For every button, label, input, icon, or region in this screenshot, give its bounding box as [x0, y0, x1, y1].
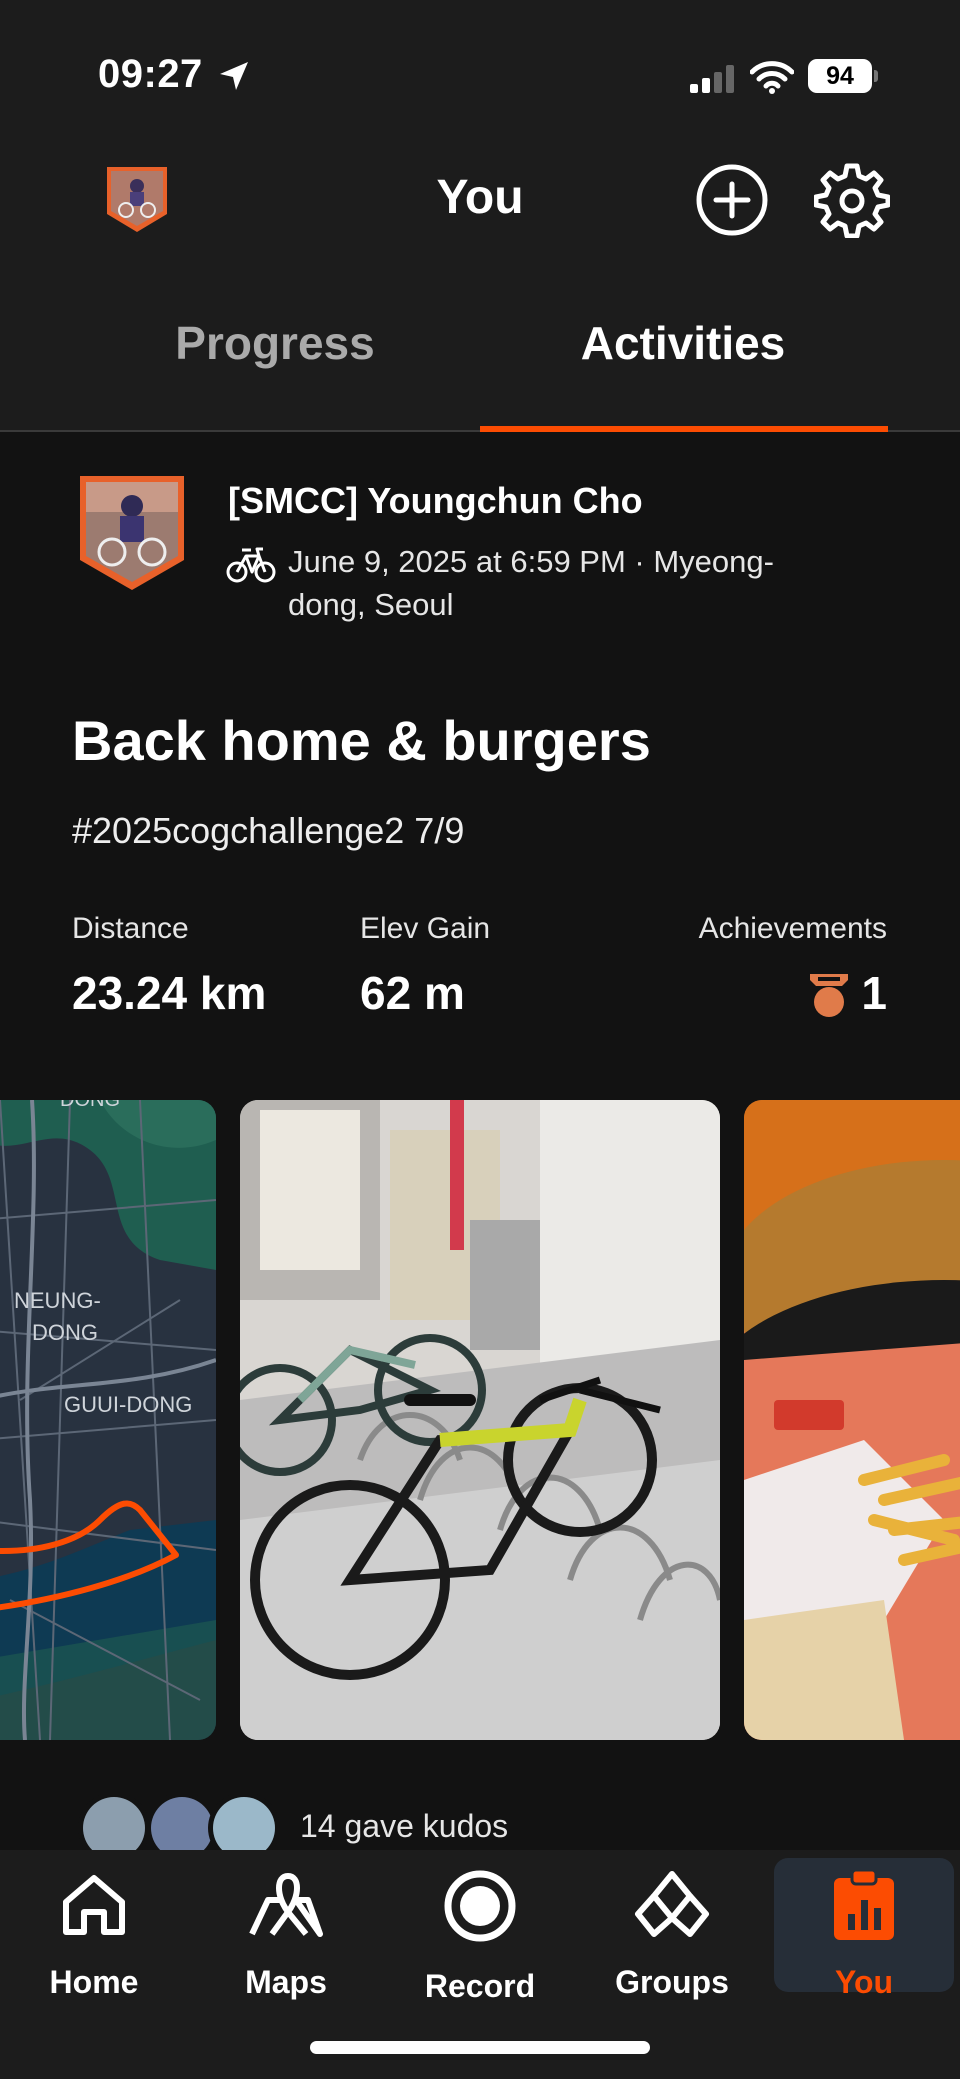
elev-gain-label: Elev Gain: [360, 912, 491, 945]
nav-you-label: You: [834, 1964, 894, 2000]
map-label-neung-dong: DONG: [32, 1320, 98, 1345]
bike-icon: [226, 547, 276, 583]
nav-groups-label: Groups: [615, 1964, 729, 2000]
nav-record[interactable]: Record: [390, 1858, 570, 2004]
food-photo[interactable]: [744, 1100, 960, 1740]
elev-gain-value: 62 m: [360, 967, 465, 1019]
map-label-neung: NEUNG-: [14, 1288, 101, 1313]
tab-progress[interactable]: Progress: [130, 316, 420, 370]
activity-description: #2025cogchallenge2 7/9: [72, 810, 465, 851]
kudos-count[interactable]: 14 gave kudos: [300, 1808, 508, 1845]
record-icon: [444, 1870, 516, 1942]
nav-you[interactable]: You: [774, 1858, 954, 2000]
cell-signal-icon: [690, 65, 734, 93]
battery-nub: [874, 70, 878, 82]
gear-icon[interactable]: [814, 162, 890, 238]
distance-label: Distance: [72, 912, 189, 945]
bike-photo[interactable]: [240, 1100, 720, 1740]
home-icon: [63, 1875, 125, 1935]
home-indicator: [310, 2041, 650, 2054]
maps-icon: [249, 1872, 323, 1937]
route-map[interactable]: DONG NEUNG- DONG GUUI-DONG: [0, 1100, 216, 1740]
distance-value: 23.24 km: [72, 967, 267, 1019]
athlete-name[interactable]: [SMCC] Youngchun Cho: [228, 480, 643, 522]
groups-icon: [635, 1871, 709, 1937]
achievements-label: Achievements: [698, 912, 887, 945]
achievements-value: 1: [861, 967, 887, 1019]
nav-record-label: Record: [424, 1968, 536, 2004]
tab-activities[interactable]: Activities: [520, 316, 846, 370]
wifi-icon: [750, 61, 794, 94]
you-icon: [834, 1868, 894, 1940]
battery-indicator: 94: [808, 59, 872, 93]
nav-maps[interactable]: Maps: [196, 1858, 376, 2000]
active-tab-indicator: [480, 426, 888, 432]
athlete-avatar[interactable]: [76, 472, 188, 594]
map-label-dong: DONG: [60, 1100, 120, 1111]
status-time: 09:27: [98, 52, 203, 96]
nav-groups[interactable]: Groups: [582, 1858, 762, 2000]
location-arrow-icon: [220, 62, 248, 90]
nav-maps-label: Maps: [245, 1964, 327, 2000]
nav-home-label: Home: [49, 1964, 139, 2000]
add-button[interactable]: [694, 162, 770, 238]
activity-title[interactable]: Back home & burgers: [72, 708, 651, 773]
map-label-guui: GUUI-DONG: [64, 1392, 192, 1417]
nav-home[interactable]: Home: [4, 1858, 184, 2000]
activity-meta: June 9, 2025 at 6:59 PM · Myeong-dong, S…: [288, 544, 774, 622]
